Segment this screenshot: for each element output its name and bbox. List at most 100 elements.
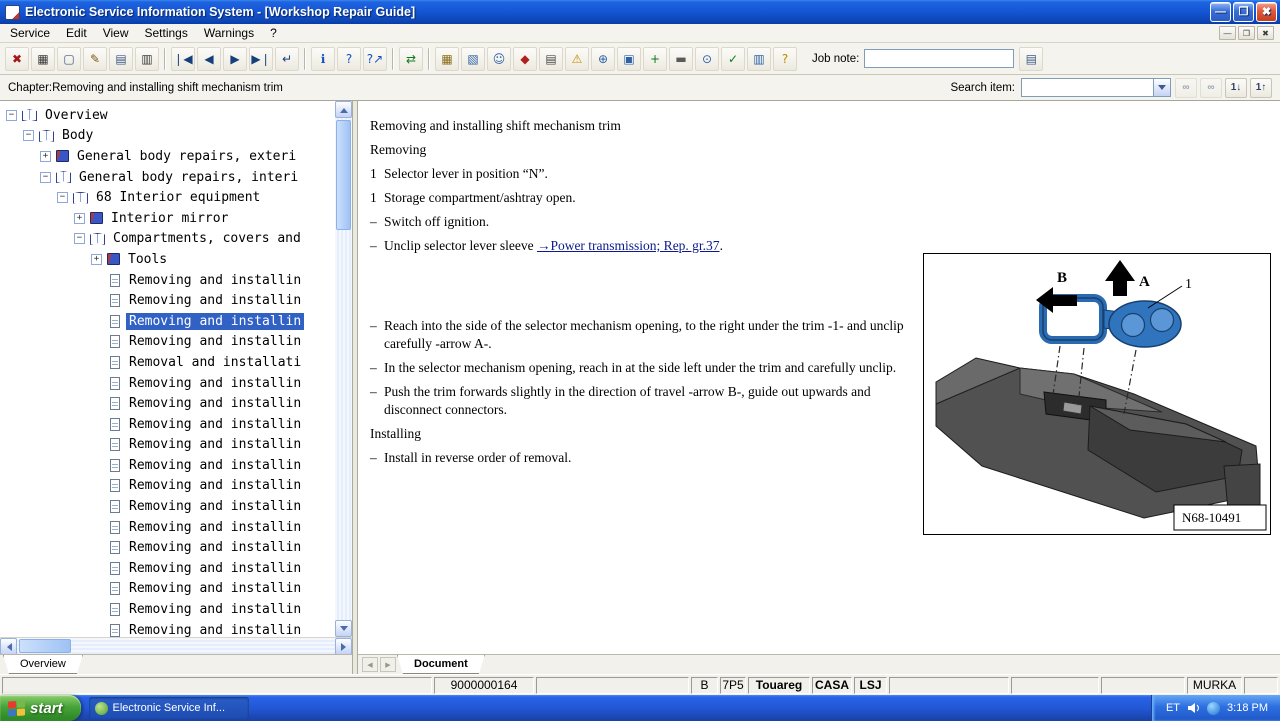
checklist-button[interactable]: ✓ [721,47,745,71]
tree-item[interactable]: Body [0,126,335,147]
tree-expander-icon[interactable] [74,213,85,224]
overview-tab[interactable]: Overview [3,655,83,674]
vertical-scroll-thumb[interactable] [336,120,351,230]
maintenance-tables-button[interactable]: ▤ [539,47,563,71]
search-combobox[interactable] [1021,78,1171,97]
vertical-scroll-track[interactable] [335,118,352,620]
documents-button[interactable]: ▥ [747,47,771,71]
tree-vertical-scrollbar[interactable] [335,101,352,637]
tree-item[interactable]: Removing and installin [0,393,335,414]
edit-document-button[interactable]: ✎ [83,47,107,71]
tree-item[interactable]: Compartments, covers and [0,229,335,250]
scroll-right-button[interactable] [335,638,352,655]
back-button[interactable]: ↵ [275,47,299,71]
tree-item[interactable]: Removing and installin [0,579,335,600]
job-note-editor-button[interactable]: ▤ [1019,47,1043,71]
tree-item[interactable]: Removing and installin [0,290,335,311]
search-next-button[interactable]: ∞ [1200,78,1222,98]
swap-view-button[interactable]: ⇄ [399,47,423,71]
tree-item[interactable]: Removing and installin [0,414,335,435]
tree-item[interactable]: Removing and installin [0,496,335,517]
menu-item[interactable]: Service [2,24,58,42]
monitor-button[interactable]: ▣ [617,47,641,71]
tree-item[interactable]: Removing and installin [0,332,335,353]
tree-expander-icon[interactable] [23,130,34,141]
tree-item[interactable]: Removing and installin [0,620,335,637]
tree-expander-icon[interactable] [40,151,51,162]
previous-document-button[interactable]: ◀ [197,47,221,71]
online-button[interactable]: ⊕ [591,47,615,71]
tree-item[interactable]: Removal and installati [0,352,335,373]
search-input[interactable] [1022,79,1153,96]
new-document-button[interactable]: ▢ [57,47,81,71]
tree-item[interactable]: Removing and installin [0,435,335,456]
document-tab[interactable]: Document [397,655,485,674]
next-document-button[interactable]: ▶ [223,47,247,71]
tree-expander-icon[interactable] [40,172,51,183]
tree-item[interactable]: Removing and installin [0,270,335,291]
volume-icon[interactable] [1187,702,1200,714]
maximize-button[interactable]: ❐ [1233,2,1254,22]
taskbar-app-button[interactable]: Electronic Service Inf... [89,697,249,719]
info-button[interactable]: ℹ [311,47,335,71]
last-document-button[interactable]: ▶❘ [249,47,273,71]
vehicle-button[interactable]: ▬ [669,47,693,71]
tree-item[interactable]: Tools [0,249,335,270]
start-button[interactable]: start [0,695,81,721]
minimize-button[interactable]: — [1210,2,1231,22]
tree-item[interactable]: Overview [0,105,335,126]
menu-item[interactable]: View [95,24,137,42]
combo-dropdown-button[interactable] [1153,79,1170,96]
menu-item[interactable]: Settings [137,24,196,42]
search-button[interactable]: ∞ [1175,78,1197,98]
close-button[interactable]: ✖ [1256,2,1277,22]
tray-status-icon[interactable] [1207,702,1220,715]
result-down-button[interactable]: 1↓ [1225,78,1247,98]
tree-item[interactable]: General body repairs, interi [0,167,335,188]
scroll-up-button[interactable] [335,101,352,118]
tree-item[interactable]: Removing and installin [0,537,335,558]
tree-item[interactable]: Removing and installin [0,517,335,538]
result-up-button[interactable]: 1↑ [1250,78,1272,98]
mdi-restore-button[interactable]: ❐ [1238,26,1255,40]
tree-item[interactable]: Interior mirror [0,208,335,229]
tree-item[interactable]: 68 Interior equipment [0,187,335,208]
tree-item[interactable]: Removing and installin [0,373,335,394]
print-button[interactable]: ▦ [31,47,55,71]
menu-item[interactable]: Warnings [196,24,262,42]
print-preview-button[interactable]: ▥ [135,47,159,71]
scroll-down-button[interactable] [335,620,352,637]
warnings-button[interactable]: ⚠ [565,47,589,71]
tree-item[interactable]: Removing and installin [0,558,335,579]
repair-group-link[interactable]: →Power transmission; Rep. gr.37 [537,238,720,253]
mdi-close-button[interactable]: ✖ [1257,26,1274,40]
context-help-button[interactable]: ?↗ [363,47,387,71]
language-indicator[interactable]: ET [1166,702,1180,714]
tree-item[interactable]: General body repairs, exteri [0,146,335,167]
search-document-button[interactable]: ⊙ [695,47,719,71]
help-button[interactable]: ? [337,47,361,71]
service-button[interactable]: + [643,47,667,71]
doc-tab-next-button[interactable]: ▶ [380,657,396,672]
tree-expander-icon[interactable] [57,192,68,203]
tree-expander-icon[interactable] [6,110,17,121]
tree-item[interactable]: Removing and installin [0,599,335,620]
customer-data-button[interactable]: ☺ [487,47,511,71]
first-document-button[interactable]: ❘◀ [171,47,195,71]
scroll-left-button[interactable] [0,638,17,655]
menu-item[interactable]: ? [262,24,285,42]
wiring-diagram-button[interactable]: ◆ [513,47,537,71]
menu-item[interactable]: Edit [58,24,95,42]
table-edit-button[interactable]: ▧ [461,47,485,71]
job-note-input[interactable] [864,49,1014,68]
exit-button[interactable]: ✖ [5,47,29,71]
tree-item[interactable]: Removing and installin [0,476,335,497]
horizontal-scroll-track[interactable] [17,638,335,654]
tree-item[interactable]: Removing and installin [0,311,335,332]
document-help-button[interactable]: ? [773,47,797,71]
tree-item[interactable]: Removing and installin [0,455,335,476]
horizontal-scroll-thumb[interactable] [19,639,71,653]
mdi-minimize-button[interactable]: — [1219,26,1236,40]
doc-tab-prev-button[interactable]: ◀ [362,657,378,672]
tree-expander-icon[interactable] [91,254,102,265]
